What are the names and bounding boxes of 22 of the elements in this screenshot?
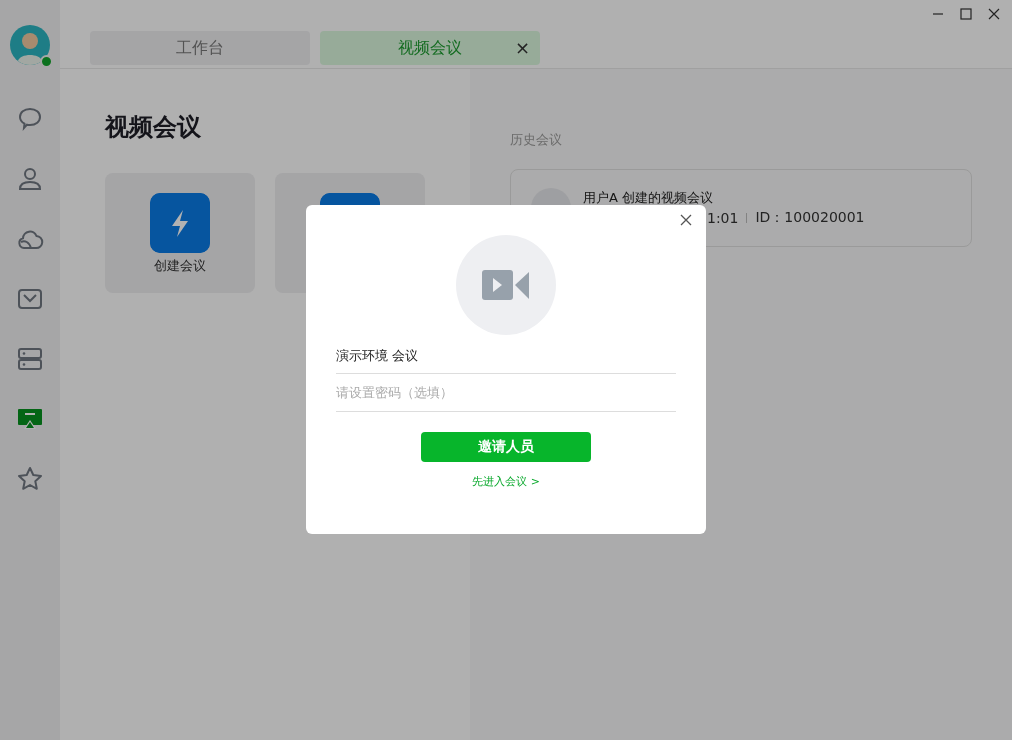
lightning-icon[interactable] <box>150 193 210 253</box>
section-heading: 历史会议 <box>510 131 563 149</box>
meeting-time: 1:01 <box>707 210 739 226</box>
maximize-icon[interactable] <box>958 6 974 22</box>
meeting-title: 用户A 创建的视频会议 <box>583 189 715 207</box>
close-icon[interactable] <box>680 214 692 226</box>
chat-icon[interactable] <box>16 105 44 133</box>
enter-meeting-link[interactable]: 先进入会议 > <box>472 474 540 489</box>
user-avatar[interactable] <box>10 25 50 65</box>
meeting-name-field[interactable]: 演示环境 会议 <box>336 339 676 374</box>
meeting-id: ID：100020001 <box>755 209 865 227</box>
storage-icon[interactable] <box>16 345 44 373</box>
tab[interactable]: 视频会议 × <box>320 31 540 65</box>
close-icon[interactable] <box>986 6 1002 22</box>
contacts-icon[interactable] <box>16 165 44 193</box>
tile-label: 创建会议 <box>154 257 206 275</box>
page-title: 视频会议 <box>105 112 202 143</box>
close-tab-button[interactable]: × <box>514 37 530 58</box>
action-tile[interactable]: 创建会议 <box>105 173 255 293</box>
star-icon[interactable] <box>16 465 44 493</box>
tab[interactable]: 工作台 <box>90 31 310 65</box>
password-field[interactable]: 请设置密码（选填） <box>336 374 676 412</box>
